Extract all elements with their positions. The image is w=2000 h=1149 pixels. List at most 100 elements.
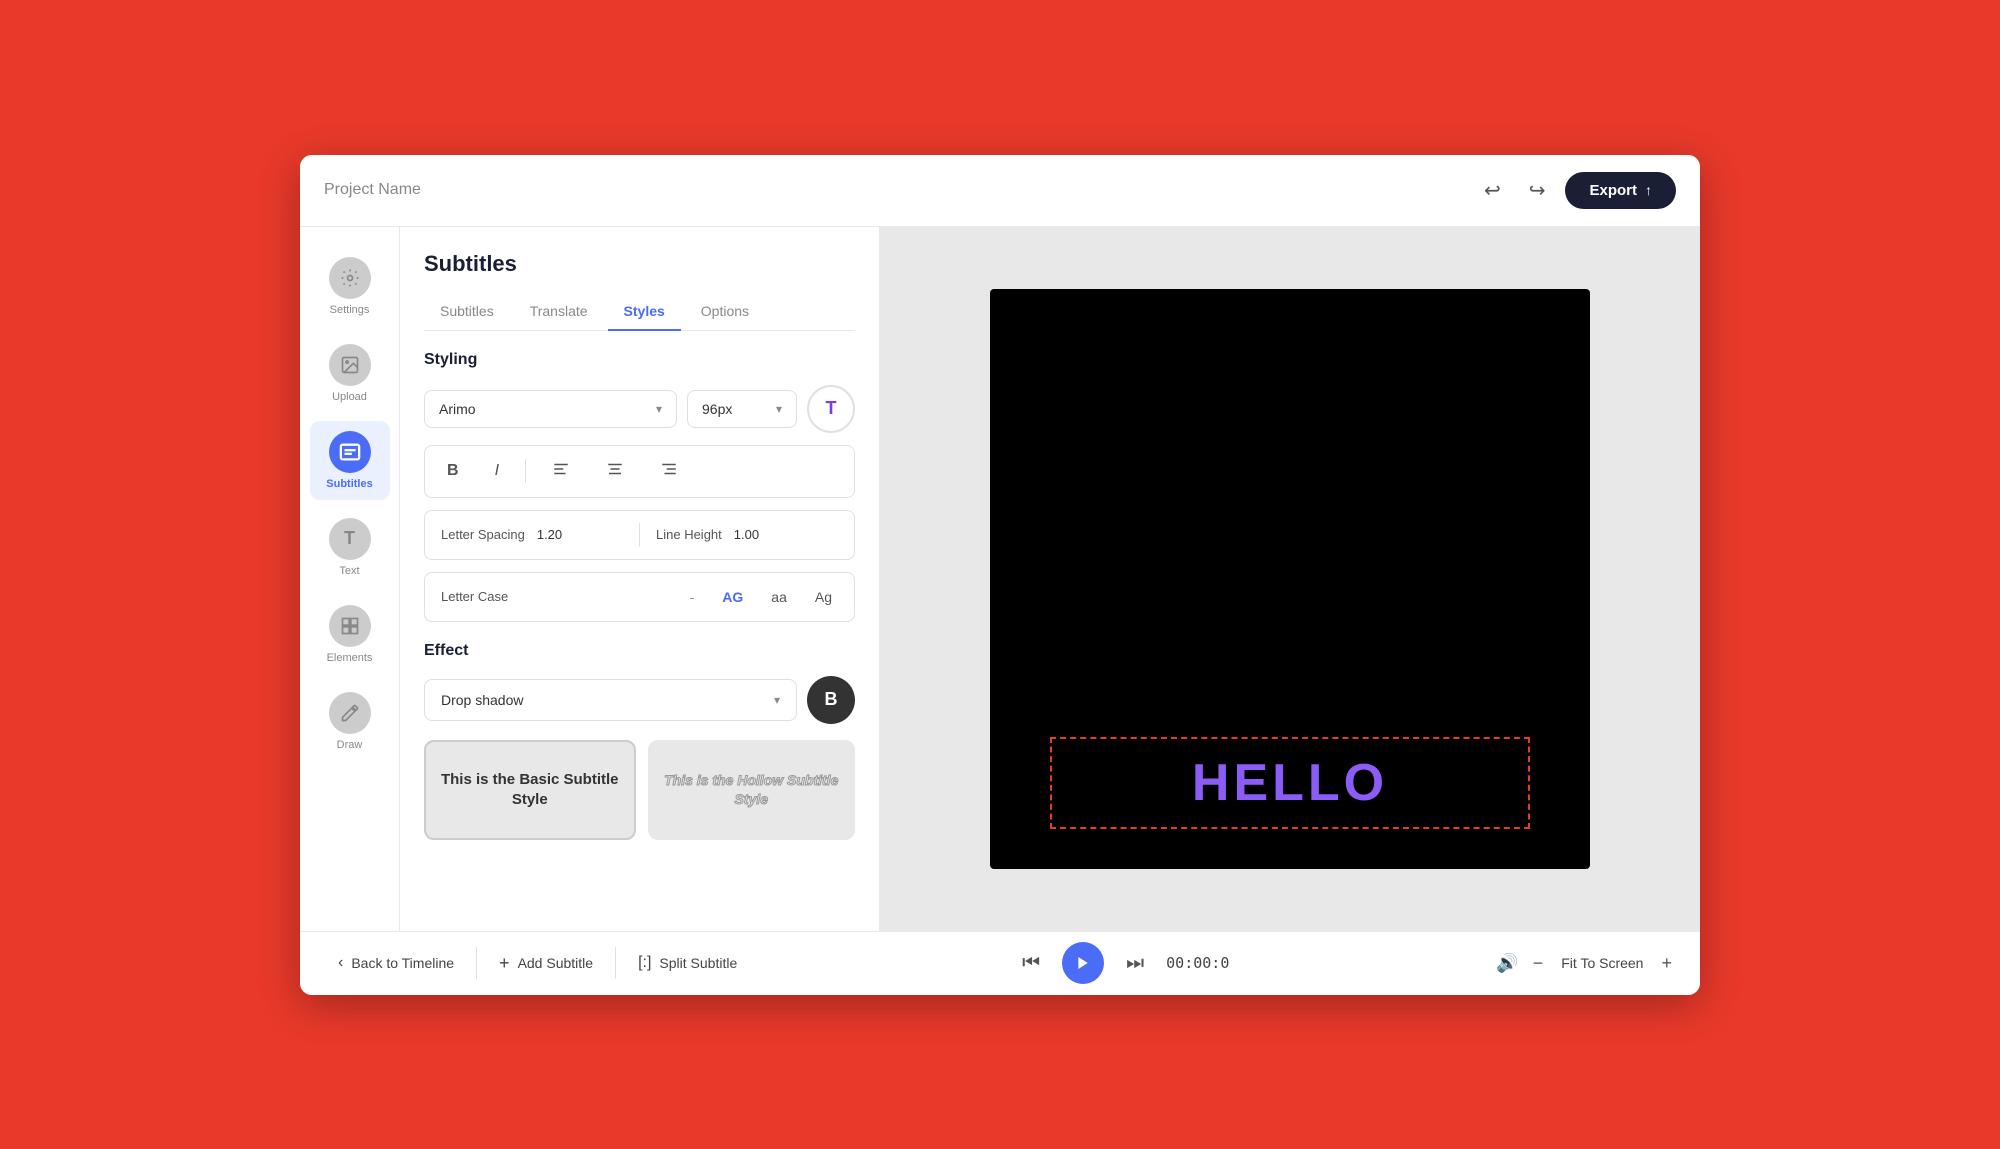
size-selector[interactable]: 96px ▾	[687, 390, 797, 428]
preview-area: HELLO	[880, 227, 1700, 931]
sidebar-item-elements[interactable]: Elements	[310, 595, 390, 674]
upload-label: Upload	[332, 391, 367, 403]
draw-icon	[329, 692, 371, 734]
zoom-out-button[interactable]: −	[1525, 949, 1552, 978]
main-content: Settings Upload	[300, 227, 1700, 931]
sidebar-item-draw[interactable]: Draw	[310, 682, 390, 761]
sidebar-item-subtitles[interactable]: Subtitles	[310, 421, 390, 500]
undo-button[interactable]: ↩	[1476, 170, 1509, 211]
tab-options[interactable]: Options	[685, 293, 765, 331]
case-options: - AG aa Ag	[684, 585, 838, 609]
style-cards: This is the Basic Subtitle Style This is…	[424, 740, 855, 840]
tab-subtitles[interactable]: Subtitles	[424, 293, 510, 331]
spacing-row: Letter Spacing 1.20 Line Height 1.00	[424, 510, 855, 560]
align-left-button[interactable]	[542, 454, 580, 489]
case-titlecase-option[interactable]: Ag	[809, 585, 838, 609]
style-card-basic[interactable]: This is the Basic Subtitle Style	[424, 740, 636, 840]
add-label: Add Subtitle	[518, 955, 594, 971]
format-row: B I	[424, 445, 855, 498]
elements-label: Elements	[327, 652, 373, 664]
line-height-item: Line Height 1.00	[656, 527, 838, 542]
add-subtitle-button[interactable]: + Add Subtitle	[481, 943, 611, 984]
draw-label: Draw	[337, 739, 363, 751]
effect-row: Drop shadow ▾ B	[424, 676, 855, 724]
panel-header: Subtitles Subtitles Translate Styles Opt…	[400, 227, 879, 331]
back-label: Back to Timeline	[351, 955, 454, 971]
color-icon: T	[826, 398, 837, 419]
bold-button[interactable]: B	[437, 456, 469, 486]
font-chevron-icon: ▾	[656, 402, 662, 416]
skip-forward-button[interactable]: ⏭	[1120, 946, 1150, 981]
size-value: 96px	[702, 401, 732, 417]
italic-button[interactable]: I	[485, 456, 509, 486]
letter-case-label: Letter Case	[441, 589, 664, 604]
elements-icon	[329, 605, 371, 647]
skip-back-button[interactable]: ⏮	[1016, 946, 1046, 981]
fit-to-screen-label: Fit To Screen	[1561, 955, 1643, 971]
font-selector[interactable]: Arimo ▾	[424, 390, 677, 428]
align-center-button[interactable]	[596, 454, 634, 489]
app-container: Project Name ↩ ↪ Export ↑ Settings	[300, 155, 1700, 995]
split-subtitle-button[interactable]: [:] Split Subtitle	[620, 944, 755, 982]
time-display: 00:00:0	[1166, 954, 1229, 972]
add-icon: +	[499, 953, 510, 974]
top-bar-actions: ↩ ↪ Export ↑	[1476, 170, 1676, 211]
redo-button[interactable]: ↪	[1521, 170, 1554, 211]
panel-body: Styling Arimo ▾ 96px ▾ T B	[400, 331, 879, 931]
letter-spacing-value[interactable]: 1.20	[537, 527, 562, 542]
sidebar-item-settings[interactable]: Settings	[310, 247, 390, 326]
effect-title: Effect	[424, 642, 855, 660]
panel-tabs: Subtitles Translate Styles Options	[424, 293, 855, 331]
back-to-timeline-button[interactable]: ‹ Back to Timeline	[320, 944, 472, 982]
panel-title: Subtitles	[424, 251, 855, 277]
project-name: Project Name	[324, 181, 1476, 199]
effect-color-icon: B	[825, 689, 838, 710]
export-button[interactable]: Export ↑	[1565, 172, 1676, 209]
hollow-style-text: This is the Hollow Subtitle Style	[660, 771, 844, 807]
style-card-hollow[interactable]: This is the Hollow Subtitle Style	[648, 740, 856, 840]
top-bar: Project Name ↩ ↪ Export ↑	[300, 155, 1700, 227]
upload-icon	[329, 344, 371, 386]
basic-style-text: This is the Basic Subtitle Style	[438, 770, 622, 809]
zoom-controls: − Fit To Screen +	[1525, 949, 1680, 978]
case-uppercase-option[interactable]: AG	[716, 585, 749, 609]
settings-label: Settings	[330, 304, 370, 316]
effect-selector[interactable]: Drop shadow ▾	[424, 679, 797, 721]
line-height-label: Line Height	[656, 527, 722, 542]
line-height-value[interactable]: 1.00	[734, 527, 759, 542]
split-icon: [:]	[638, 954, 651, 972]
effect-value: Drop shadow	[441, 692, 524, 708]
styling-title: Styling	[424, 351, 855, 369]
volume-button[interactable]: 🔊	[1490, 947, 1524, 980]
case-none-option[interactable]: -	[684, 585, 701, 609]
text-color-button[interactable]: T	[807, 385, 855, 433]
zoom-in-button[interactable]: +	[1653, 949, 1680, 978]
settings-icon	[329, 257, 371, 299]
icon-sidebar: Settings Upload	[300, 227, 400, 931]
subtitle-overlay[interactable]: HELLO	[1050, 737, 1530, 829]
panel: Subtitles Subtitles Translate Styles Opt…	[400, 227, 880, 931]
sidebar-item-text[interactable]: T Text	[310, 508, 390, 587]
case-row: Letter Case - AG aa Ag	[424, 572, 855, 622]
font-row: Arimo ▾ 96px ▾ T	[424, 385, 855, 433]
spacing-divider	[639, 523, 640, 547]
letter-spacing-item: Letter Spacing 1.20	[441, 527, 623, 542]
play-button[interactable]	[1062, 942, 1104, 984]
subtitles-label: Subtitles	[326, 478, 372, 490]
font-value: Arimo	[439, 401, 476, 417]
sidebar-item-upload[interactable]: Upload	[310, 334, 390, 413]
format-divider-1	[525, 459, 526, 483]
effect-color-button[interactable]: B	[807, 676, 855, 724]
video-preview: HELLO	[990, 289, 1590, 869]
case-lowercase-option[interactable]: aa	[765, 585, 793, 609]
subtitles-icon	[329, 431, 371, 473]
tab-translate[interactable]: Translate	[514, 293, 604, 331]
subtitle-text: HELLO	[1192, 753, 1388, 813]
size-chevron-icon: ▾	[776, 402, 782, 416]
effect-chevron-icon: ▾	[774, 693, 780, 707]
export-icon: ↑	[1645, 182, 1652, 198]
align-right-button[interactable]	[650, 454, 688, 489]
text-icon: T	[329, 518, 371, 560]
playback-controls: ⏮ ⏭ 00:00:0	[755, 942, 1490, 984]
tab-styles[interactable]: Styles	[608, 293, 681, 331]
